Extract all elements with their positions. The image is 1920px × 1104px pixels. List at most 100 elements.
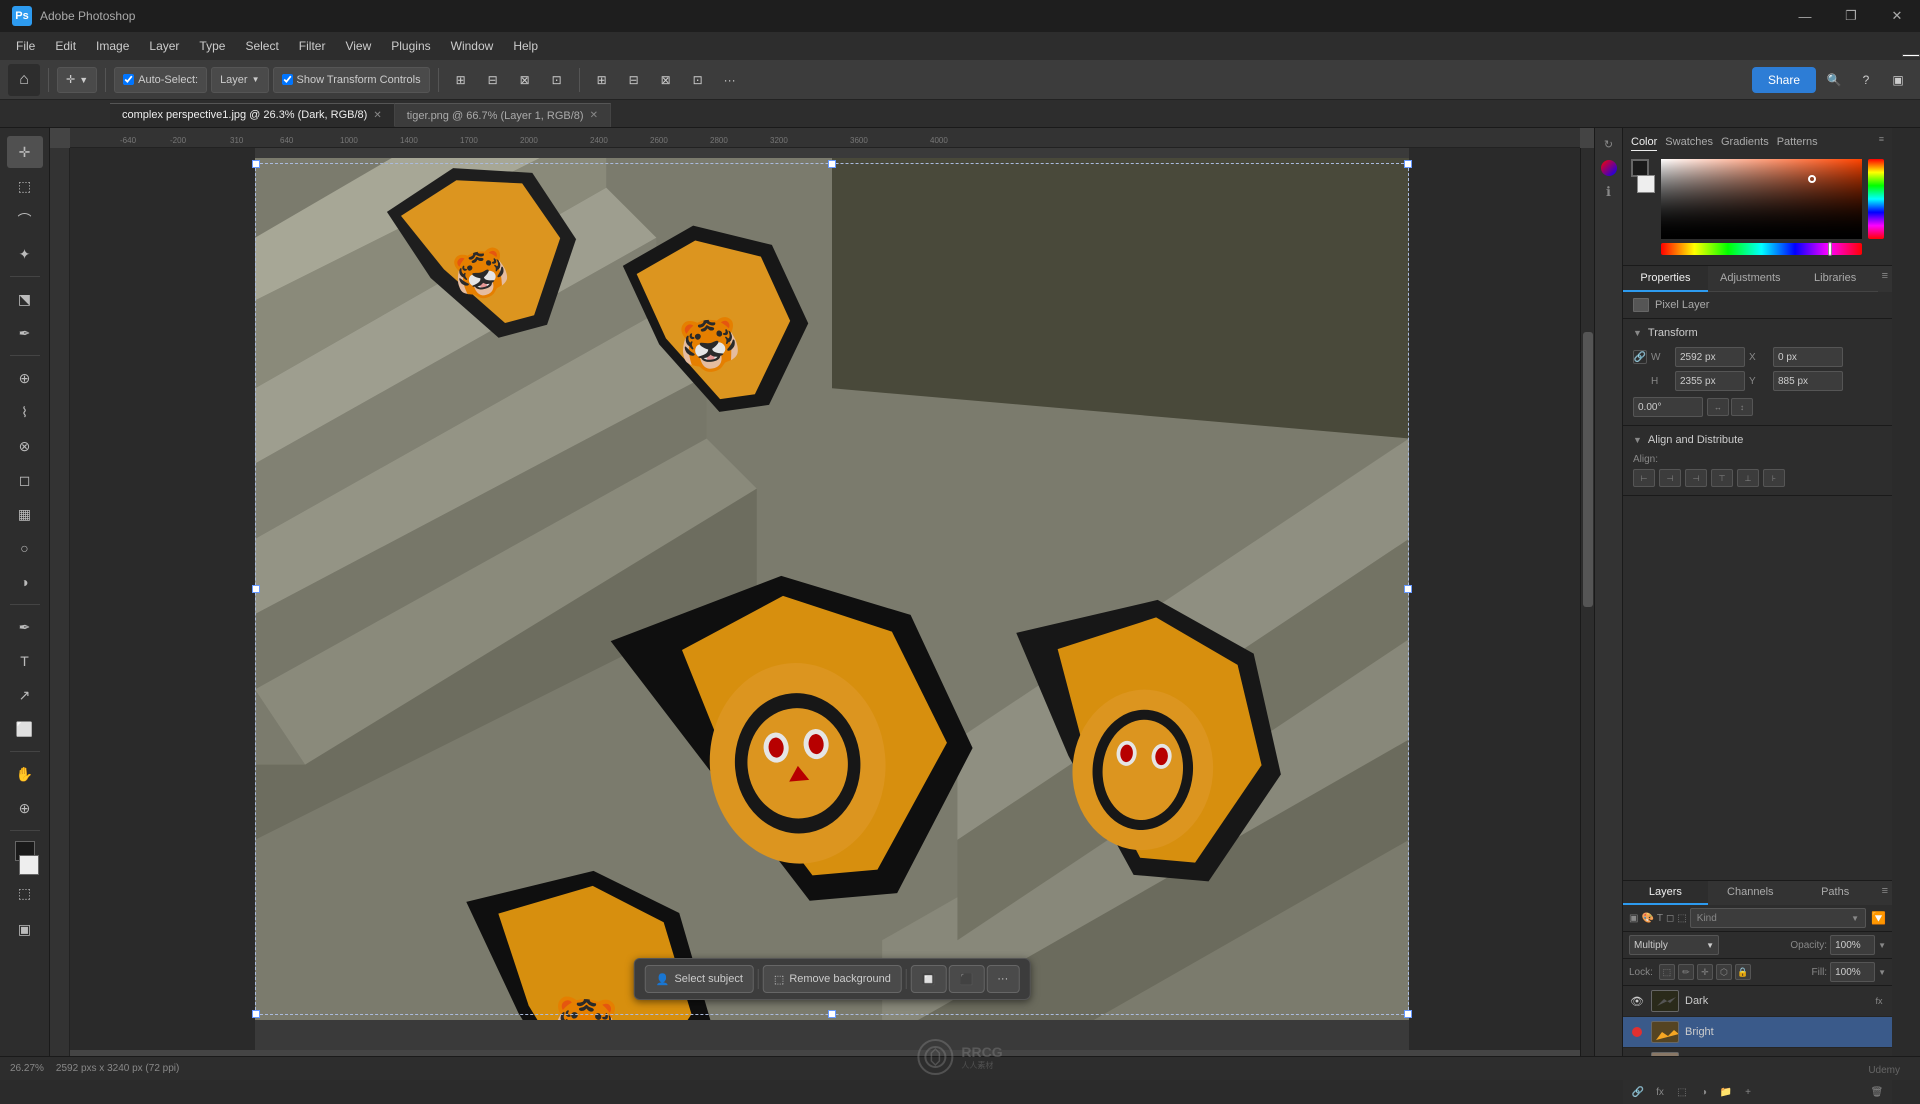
layer-filter-pixel[interactable]: ▣ [1629,913,1638,924]
layer-visibility-bright[interactable] [1629,1024,1645,1040]
gradient-tool[interactable]: ▦ [7,498,43,530]
dodge-tool[interactable]: ◑ [7,566,43,598]
layer-filter-shape[interactable]: ◻ [1666,913,1674,924]
eyedropper-tool[interactable]: ✒ [7,317,43,349]
menu-filter[interactable]: Filter [289,35,336,57]
align-left-edge[interactable]: ⊢ [1633,469,1655,487]
healing-tool[interactable]: ⊕ [7,362,43,394]
brush-tool[interactable]: ⌇ [7,396,43,428]
distribute-button[interactable]: ⊡ [543,66,571,94]
float-more-button[interactable]: ··· [986,965,1019,993]
history-icon[interactable]: ↻ [1599,134,1619,154]
eraser-tool[interactable]: ◻ [7,464,43,496]
color-picker-gradient[interactable] [1661,159,1862,239]
width-input[interactable] [1675,347,1745,367]
hand-tool[interactable]: ✋ [7,758,43,790]
layers-filter-toggle[interactable]: 🔽 [1871,911,1886,925]
color-panel-collapse[interactable]: ≡ [1879,134,1884,151]
y-input[interactable] [1773,371,1843,391]
align-h-center[interactable]: ⊣ [1659,469,1681,487]
layer-select[interactable]: Layer ▼ [211,67,268,93]
layer-filter-smart[interactable]: ⬚ [1677,913,1686,924]
align-header[interactable]: ▼ Align and Distribute [1633,434,1882,446]
align-right-button[interactable]: ⊠ [511,66,539,94]
lasso-tool[interactable]: ⌒ [7,204,43,236]
color-picker-cursor[interactable] [1808,175,1816,183]
layer-effects-dark[interactable]: fx [1872,994,1886,1008]
crop-tool[interactable]: ⬔ [7,283,43,315]
height-input[interactable] [1675,371,1745,391]
tab-complex-perspective[interactable]: complex perspective1.jpg @ 26.3% (Dark, … [110,103,395,127]
text-tool[interactable]: T [7,645,43,677]
close-button[interactable]: ✕ [1874,0,1920,32]
menu-type[interactable]: Type [189,35,235,57]
mask-button[interactable]: ⬛ [949,965,985,993]
tab-channels[interactable]: Channels [1708,881,1793,905]
add-style-button[interactable]: fx [1651,1083,1669,1101]
lock-transparent-pixels[interactable]: ⬚ [1659,964,1675,980]
show-transform-checkbox[interactable]: Show Transform Controls [273,67,430,93]
tab-adjustments[interactable]: Adjustments [1708,266,1793,292]
link-dimensions-button[interactable]: 🔗 [1633,350,1647,364]
layer-item-bright[interactable]: Bright [1623,1017,1892,1048]
swatches-tab[interactable]: Swatches [1665,134,1713,151]
align-bottom-edge[interactable]: ⊦ [1763,469,1785,487]
shape-tool[interactable]: ⬜ [7,713,43,745]
auto-select-checkbox[interactable]: Auto-Select: [114,67,207,93]
selection-tool[interactable]: ⬚ [7,170,43,202]
menu-edit[interactable]: Edit [45,35,86,57]
x-input[interactable] [1773,347,1843,367]
tab-libraries[interactable]: Libraries [1793,266,1878,292]
blur-tool[interactable]: ○ [7,532,43,564]
align-v-mid[interactable]: ⊟ [620,66,648,94]
blend-mode-select[interactable]: Multiply ▼ [1629,935,1719,955]
clone-tool[interactable]: ⊗ [7,430,43,462]
lock-all[interactable]: 🔒 [1735,964,1751,980]
vertical-scrollbar[interactable] [1580,148,1594,1066]
tab-tiger[interactable]: tiger.png @ 66.7% (Layer 1, RGB/8) ✕ [395,103,611,127]
move-tool[interactable]: ✛ [7,136,43,168]
patterns-tab[interactable]: Patterns [1777,134,1818,151]
color-tab[interactable]: Color [1631,134,1657,151]
fill-chevron[interactable]: ▼ [1878,968,1886,977]
menu-image[interactable]: Image [86,35,139,57]
home-button[interactable]: ⌂ [8,64,40,96]
tab-close-1[interactable]: ✕ [373,110,381,121]
align-center-button[interactable]: ⊟ [479,66,507,94]
menu-plugins[interactable]: Plugins [381,35,440,57]
menu-select[interactable]: Select [235,35,288,57]
opacity-chevron[interactable]: ▼ [1878,941,1886,950]
properties-panel-collapse[interactable]: ≡ [1878,266,1892,292]
minimize-button[interactable]: — [1782,0,1828,32]
transform-header[interactable]: ▼ Transform [1633,327,1882,339]
align-top-edge[interactable]: ⊤ [1711,469,1733,487]
layer-visibility-dark[interactable]: 👁 [1629,993,1645,1009]
align-right-edge[interactable]: ⊣ [1685,469,1707,487]
spectrum-bar[interactable] [1868,159,1884,239]
layers-kind-filter[interactable]: Kind ▼ [1690,908,1866,928]
vscroll-thumb[interactable] [1583,332,1593,607]
add-mask-button[interactable]: ⬚ [1673,1083,1691,1101]
tab-close-2[interactable]: ✕ [590,110,598,121]
flip-v-button[interactable]: ↕ [1731,398,1753,416]
new-layer-button[interactable]: + [1739,1083,1757,1101]
layer-item-dark[interactable]: 👁 Dark fx [1623,986,1892,1017]
canvas-content[interactable]: 🐯 🐯 [70,148,1594,1050]
align-h-dist[interactable]: ⊡ [684,66,712,94]
gradients-tab[interactable]: Gradients [1721,134,1769,151]
align-v-center[interactable]: ⊥ [1737,469,1759,487]
help-button[interactable]: ? [1852,66,1880,94]
flip-h-button[interactable]: ↔ [1707,398,1729,416]
zoom-tool[interactable]: ⊕ [7,792,43,824]
info-icon[interactable]: ℹ [1599,182,1619,202]
align-left-button[interactable]: ⊞ [447,66,475,94]
path-select-tool[interactable]: ↗ [7,679,43,711]
opacity-input[interactable] [1830,935,1875,955]
lock-position[interactable]: ✛ [1697,964,1713,980]
screen-mode-button[interactable]: ▣ [17,913,33,945]
tab-paths[interactable]: Paths [1793,881,1878,905]
layer-filter-adj[interactable]: 🎨 [1641,913,1653,924]
search-button[interactable]: 🔍 [1820,66,1848,94]
tab-layers[interactable]: Layers [1623,881,1708,905]
background-color[interactable] [19,855,39,875]
